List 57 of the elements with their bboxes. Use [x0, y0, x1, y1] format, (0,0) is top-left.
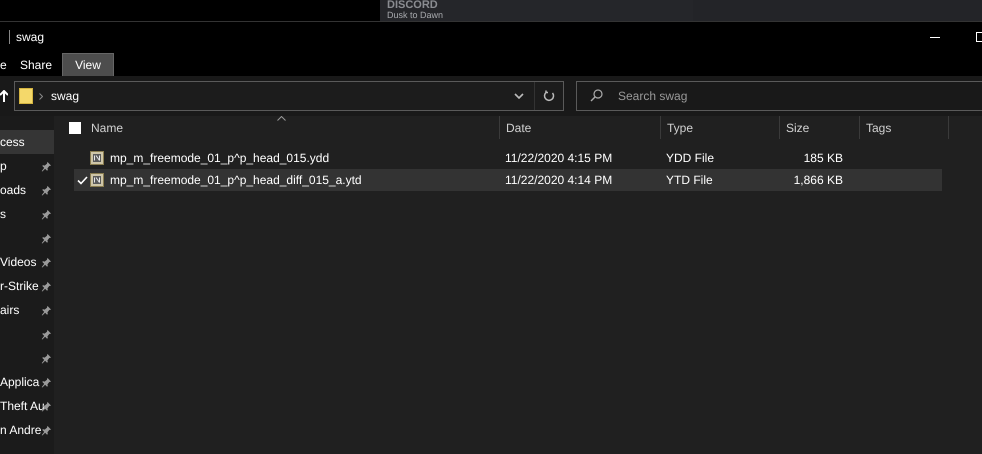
file-icon — [90, 173, 104, 187]
dropdown-icon[interactable] — [514, 93, 524, 99]
pin-icon — [41, 352, 52, 364]
ribbon-tab[interactable]: View — [62, 53, 114, 76]
minimize-icon[interactable] — [930, 36, 940, 38]
file-icon — [90, 151, 104, 165]
file-date: 11/22/2020 4:14 PM — [505, 172, 614, 189]
sidebar-item[interactable]: r-Strike — [0, 274, 54, 298]
overlay-subtitle: Dusk to Dawn — [387, 11, 444, 20]
sidebar-item[interactable]: s — [0, 202, 54, 226]
column-header[interactable]: Size — [786, 118, 810, 136]
sidebar-item[interactable]: Theft Au — [0, 394, 54, 418]
file-size: 1,866 KB — [792, 172, 843, 189]
window-title: swag — [16, 29, 44, 46]
pin-icon — [41, 256, 52, 268]
search-field[interactable]: Search swag — [576, 81, 982, 111]
pin-icon — [41, 232, 52, 244]
pin-icon — [41, 184, 52, 196]
pin-icon — [41, 328, 52, 340]
sidebar-item[interactable]: cess — [0, 130, 54, 154]
sidebar-item[interactable]: airs — [0, 298, 54, 322]
column-header[interactable]: Date — [506, 118, 532, 136]
refresh-icon[interactable] — [543, 90, 555, 102]
chevron-icon — [39, 92, 43, 100]
sidebar-item[interactable]: p — [0, 154, 54, 178]
pin-icon — [41, 208, 52, 220]
column-header[interactable]: Tags — [866, 118, 892, 136]
column-header[interactable]: Name — [91, 118, 124, 136]
search-icon — [590, 89, 603, 102]
address-path: swag — [51, 88, 80, 105]
select-all-checkbox[interactable] — [69, 122, 81, 134]
file-row[interactable]: mp_m_freemode_01_p^p_head_diff_015_a.ytd 11/22/2020 4:14 PM YTD File 1,866 KB — [74, 169, 942, 191]
address-bar[interactable]: swag — [14, 81, 564, 111]
checkmark-icon[interactable] — [76, 176, 88, 184]
pin-icon — [41, 376, 52, 388]
file-type: YTD File — [666, 172, 714, 189]
ribbon-tab[interactable]: e — [0, 53, 10, 76]
file-row[interactable]: mp_m_freemode_01_p^p_head_015.ydd 11/22/2020 4:15 PM YDD File 185 KB — [74, 147, 942, 169]
ribbon-tab[interactable]: Share — [10, 53, 62, 76]
sidebar-item[interactable]: n Andre — [0, 418, 54, 442]
file-type: YDD File — [666, 150, 716, 167]
file-name: mp_m_freemode_01_p^p_head_diff_015_a.ytd — [110, 172, 363, 189]
sidebar-item[interactable]: oads — [0, 178, 54, 202]
up-arrow-icon[interactable] — [0, 90, 8, 102]
sort-icon[interactable] — [277, 116, 286, 121]
file-name: mp_m_freemode_01_p^p_head_015.ydd — [110, 150, 330, 167]
folder-icon — [19, 88, 33, 104]
column-header[interactable]: Type — [667, 118, 694, 136]
pin-icon — [41, 424, 52, 436]
overlay-brand: DISCORD — [387, 0, 439, 11]
pin-icon — [41, 280, 52, 292]
file-date: 11/22/2020 4:15 PM — [505, 150, 614, 167]
sidebar-item[interactable]: Applica — [0, 370, 54, 394]
file-size: 185 KB — [802, 150, 843, 167]
pin-icon — [41, 160, 52, 172]
pin-icon — [41, 304, 52, 316]
sidebar-item[interactable]: Videos — [0, 250, 54, 274]
